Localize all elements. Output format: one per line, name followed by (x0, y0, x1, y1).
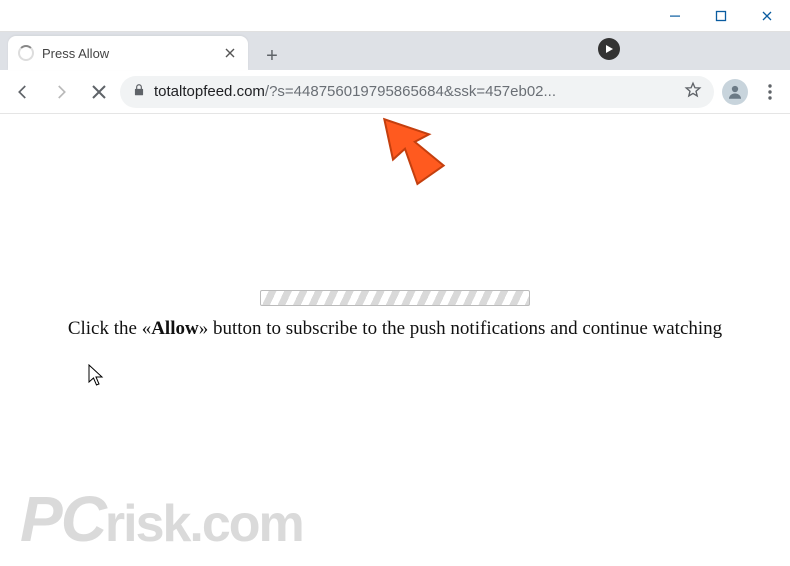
annotation-arrow-icon (378, 108, 448, 188)
page-content: Click the «Allow» button to subscribe to… (0, 114, 790, 566)
loading-spinner-icon (18, 45, 34, 61)
window-titlebar (0, 0, 790, 32)
watermark-logo: PCrisk.com (20, 482, 303, 556)
new-tab-button[interactable]: + (258, 42, 286, 70)
profile-avatar[interactable] (722, 79, 748, 105)
window-close-button[interactable] (744, 0, 790, 31)
msg-pre: Click the « (68, 318, 151, 339)
window-minimize-button[interactable] (652, 0, 698, 31)
back-button[interactable] (6, 75, 40, 109)
tab-title: Press Allow (42, 46, 214, 61)
scam-message: Click the «Allow» button to subscribe to… (0, 318, 790, 340)
browser-tab[interactable]: Press Allow (8, 36, 248, 70)
browser-menu-button[interactable] (756, 84, 784, 100)
media-indicator-icon[interactable] (598, 38, 620, 60)
forward-button[interactable] (44, 75, 78, 109)
watermark-rest: risk.com (105, 495, 303, 553)
tab-strip: Press Allow + (0, 32, 790, 70)
bookmark-star-icon[interactable] (684, 81, 702, 103)
url-path: /?s=44875601979586568­4&ssk=457eb02... (265, 83, 556, 100)
msg-post: » button to subscribe to the push notifi… (199, 318, 722, 339)
tab-close-button[interactable] (222, 45, 238, 61)
mouse-cursor-icon (88, 364, 106, 388)
url-text: totaltopfeed.com/?s=44875601979586568­4&… (154, 83, 676, 100)
address-bar[interactable]: totaltopfeed.com/?s=44875601979586568­4&… (120, 76, 714, 108)
stop-reload-button[interactable] (82, 75, 116, 109)
msg-bold: Allow (151, 318, 199, 339)
lock-icon (132, 83, 146, 101)
fake-progress-bar (260, 290, 530, 306)
window-maximize-button[interactable] (698, 0, 744, 31)
url-domain: totaltopfeed.com (154, 83, 265, 100)
watermark-pc: PC (20, 483, 105, 555)
